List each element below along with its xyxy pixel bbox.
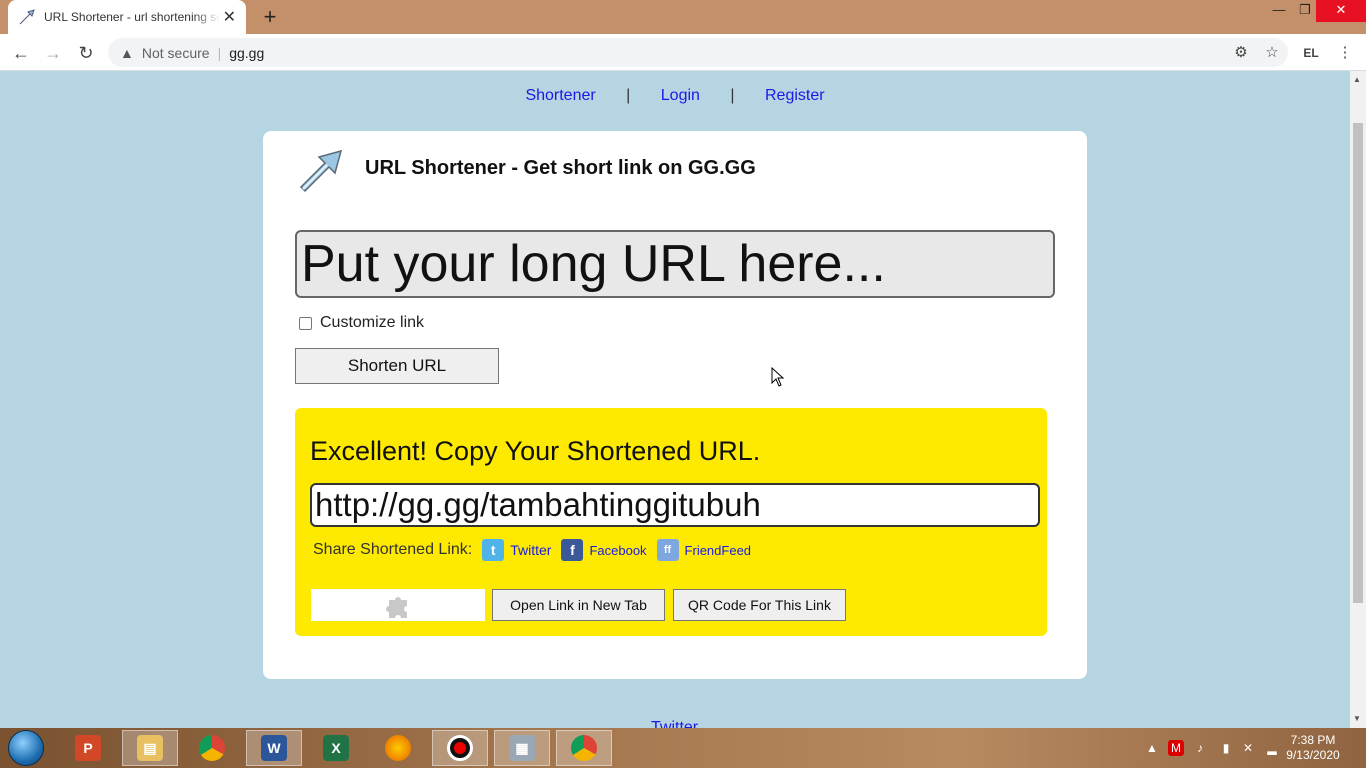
customize-link-checkbox[interactable] [299,316,312,330]
tray-antivirus-icon[interactable]: M [1168,740,1184,756]
share-twitter-label: Twitter [510,542,552,558]
taskbar-recorder[interactable] [432,730,488,766]
shorten-url-button[interactable]: Shorten URL [295,348,499,384]
nav-login-link[interactable]: Login [661,87,700,105]
powerpoint-icon: P [75,735,101,761]
customize-link-label: Customize link [320,314,425,331]
chrome-icon [571,735,597,761]
taskbar-explorer[interactable]: ▤ [122,730,178,766]
taskbar-monitor[interactable]: ▦ [494,730,550,766]
taskbar-excel[interactable]: X [308,730,364,766]
start-button[interactable] [8,730,44,766]
firefox-icon [385,735,411,761]
page-title: URL Shortener - Get short link on GG.GG [365,157,756,179]
tray-battery-icon[interactable]: ▮ [1218,740,1234,756]
share-twitter-link[interactable]: t Twitter [482,539,551,561]
bookmark-star-icon[interactable]: ☆ [1261,42,1283,64]
address-separator: | [217,44,222,61]
share-friendfeed-label: FriendFeed [684,542,752,558]
nav-shortener-link[interactable]: Shortener [525,87,595,105]
shortener-card: URL Shortener - Get short link on GG.GG … [263,131,1087,679]
taskbar-clock[interactable]: 7:38 PM 9/13/2020 [1282,733,1344,763]
new-tab-button[interactable]: + [258,5,282,29]
windows-taskbar: P ▤ W X ▦ ▲ M ♪ ▮ ✕ ▂ 7:38 PM 9/13/2020 [0,728,1366,768]
nav-separator: | [730,87,735,104]
share-facebook-label: Facebook [589,542,647,558]
arrow-logo-icon [299,149,343,193]
warning-triangle-icon: ▲ [120,44,134,61]
clock-time: 7:38 PM [1290,733,1336,747]
word-icon: W [261,735,287,761]
short-url-field[interactable]: http://gg.gg/tambahtinggitubuh [310,483,1040,527]
nav-separator: | [626,87,631,104]
folder-icon: ▤ [137,735,163,761]
reload-icon[interactable]: ↻ [73,40,99,66]
tray-expand-icon[interactable]: ▲ [1144,740,1160,756]
tray-signal-icon[interactable]: ▂ [1264,740,1280,756]
page-scrollbar[interactable]: ▲ ▼ [1350,71,1366,728]
friendfeed-icon: ff [656,539,679,561]
chrome-icon [199,735,225,761]
page-viewport: Shortener | Login | Register URL Shorten… [0,71,1350,728]
taskbar-chrome-1[interactable] [184,730,240,766]
taskbar-firefox[interactable] [370,730,426,766]
menu-kebab-icon[interactable]: ⋮ [1334,42,1356,64]
scroll-thumb[interactable] [1353,123,1363,603]
scroll-down-arrow-icon[interactable]: ▼ [1353,714,1361,723]
customize-link-option[interactable]: Customize link [299,314,424,332]
taskbar-powerpoint[interactable]: P [60,730,116,766]
mouse-cursor-icon [771,367,785,387]
monitor-chart-icon: ▦ [509,735,535,761]
security-label: Not secure [141,44,210,61]
share-facebook-link[interactable]: f Facebook [561,539,647,561]
address-bar[interactable]: ▲ Not secure | gg.gg [108,38,1288,67]
open-new-tab-button[interactable]: Open Link in New Tab [492,589,665,621]
browser-tab[interactable]: URL Shortener - url shortening service ✕ [8,0,246,34]
clock-date: 9/13/2020 [1286,748,1340,762]
browser-titlebar: URL Shortener - url shortening service ✕… [0,0,1366,34]
arrow-favicon-icon [19,9,35,25]
top-navigation: Shortener | Login | Register [0,87,1350,105]
forward-arrow-icon[interactable]: → [40,40,66,66]
browser-toolbar: ← → ↻ ▲ Not secure | gg.gg ⚙ ☆ EL ⋮ [0,34,1366,71]
plugin-placeholder[interactable] [311,589,485,621]
long-url-input[interactable] [295,230,1055,298]
result-panel: Excellent! Copy Your Shortened URL. http… [295,408,1047,636]
share-row: Share Shortened Link: t Twitter f Facebo… [313,539,751,561]
scroll-up-arrow-icon[interactable]: ▲ [1353,75,1361,84]
twitter-bird-icon: t [482,539,505,561]
taskbar-word[interactable]: W [246,730,302,766]
profile-extension-icon[interactable]: EL [1300,42,1322,64]
result-heading: Excellent! Copy Your Shortened URL. [310,436,761,466]
puzzle-plugin-icon [386,597,407,618]
nav-register-link[interactable]: Register [765,87,825,105]
close-window-button[interactable]: ✕ [1316,0,1366,22]
excel-icon: X [323,735,349,761]
taskbar-chrome-2[interactable] [556,730,612,766]
tray-network-icon[interactable]: ✕ [1240,740,1256,756]
footer-twitter-link[interactable]: Twitter [651,719,698,728]
tab-title: URL Shortener - url shortening service [44,10,220,24]
address-text: gg.gg [229,44,265,61]
facebook-icon: f [561,539,584,561]
qr-code-button[interactable]: QR Code For This Link [673,589,846,621]
tab-close-icon[interactable]: ✕ [223,7,236,27]
tray-volume-icon[interactable]: ♪ [1192,740,1208,756]
share-friendfeed-link[interactable]: ff FriendFeed [656,539,752,561]
record-icon [447,735,473,761]
share-label: Share Shortened Link: [313,541,473,558]
extension-puzzle-icon[interactable]: ⚙ [1230,42,1252,64]
back-arrow-icon[interactable]: ← [8,40,34,66]
